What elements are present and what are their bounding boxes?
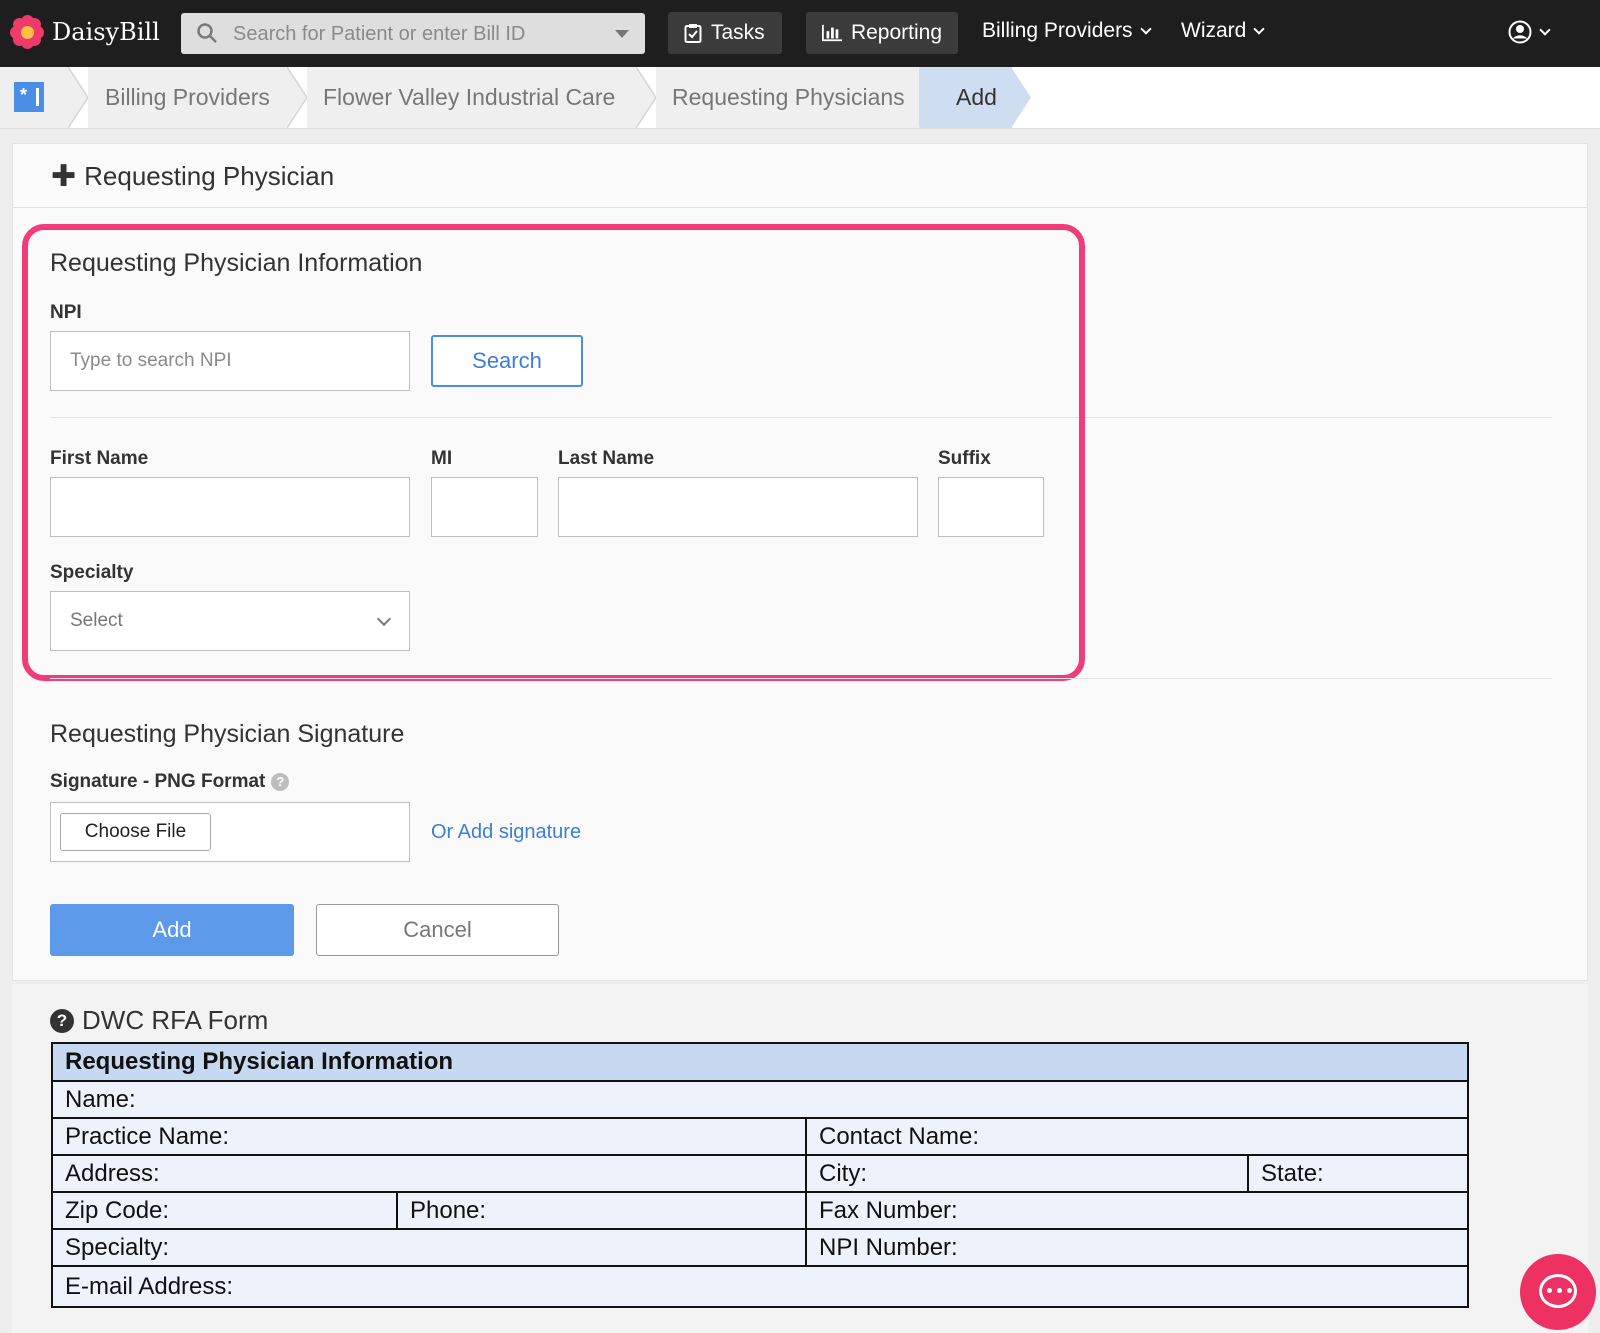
dropdown-caret-icon[interactable]	[615, 30, 629, 38]
chevron-down-icon	[1253, 22, 1266, 35]
form-email-label: E-mail Address:	[65, 1272, 234, 1300]
search-placeholder: Search for Patient or enter Bill ID	[233, 23, 526, 45]
breadcrumb-separator	[68, 67, 88, 128]
breadcrumb-flower-valley[interactable]: Flower Valley Industrial Care	[307, 67, 637, 128]
breadcrumb-home[interactable]	[0, 67, 70, 128]
document-icon	[14, 82, 44, 112]
npi-search-button[interactable]: Search	[431, 335, 583, 387]
user-menu[interactable]	[1508, 20, 1551, 44]
form-row: Name:	[53, 1082, 1467, 1119]
form-practice-name-label: Practice Name:	[65, 1122, 230, 1150]
cancel-button[interactable]: Cancel	[316, 904, 559, 956]
divider	[50, 678, 1552, 679]
question-circle-icon[interactable]: ?	[50, 1008, 74, 1033]
form-city-label: City:	[805, 1156, 867, 1191]
breadcrumb-add: Add	[920, 67, 1012, 128]
chat-button[interactable]	[1520, 1254, 1596, 1330]
billing-providers-label: Billing Providers	[982, 19, 1133, 42]
help-icon[interactable]: ?	[271, 772, 290, 791]
form-row: E-mail Address:	[53, 1267, 1467, 1306]
form-header-row: Requesting Physician Information	[53, 1044, 1467, 1082]
breadcrumb-separator	[287, 67, 307, 128]
specialty-value: Select	[70, 610, 123, 631]
mi-label: MI	[431, 448, 453, 469]
form-specialty-label: Specialty:	[65, 1233, 170, 1261]
breadcrumb: Billing Providers Flower Valley Industri…	[0, 67, 1600, 129]
first-name-field[interactable]	[50, 477, 410, 537]
dwc-form-preview: Requesting Physician Information Name: P…	[51, 1042, 1469, 1308]
mi-field[interactable]	[431, 477, 538, 537]
last-name-field[interactable]	[558, 477, 918, 537]
search-icon	[197, 23, 217, 43]
chevron-down-icon	[376, 611, 392, 627]
tasks-button[interactable]: Tasks	[668, 12, 782, 54]
dwc-rfa-form-section: ? DWC RFA Form Requesting Physician Info…	[12, 984, 1588, 1333]
panel-header: ✚ Requesting Physician	[13, 144, 1587, 208]
info-section-heading: Requesting Physician Information	[50, 249, 423, 277]
signature-file-input[interactable]: Choose File	[50, 802, 410, 862]
reporting-label: Reporting	[850, 21, 942, 44]
choose-file-button[interactable]: Choose File	[60, 813, 211, 851]
form-row: Address: City: State:	[53, 1156, 1467, 1193]
form-state-label: State:	[1247, 1156, 1324, 1191]
daisy-icon	[10, 15, 44, 49]
breadcrumb-requesting-physicians[interactable]: Requesting Physicians	[656, 67, 920, 128]
signature-section-heading: Requesting Physician Signature	[50, 720, 405, 748]
add-button[interactable]: Add	[50, 904, 294, 956]
form-phone-label: Phone:	[396, 1193, 486, 1228]
form-npi-label: NPI Number:	[805, 1230, 958, 1265]
form-fax-label: Fax Number:	[805, 1193, 958, 1228]
npi-placeholder: Type to search NPI	[70, 350, 232, 371]
form-address-label: Address:	[65, 1159, 160, 1187]
signature-label: Signature - PNG Format?	[50, 771, 290, 793]
bar-chart-icon	[822, 24, 842, 42]
specialty-select[interactable]: Select	[50, 591, 410, 651]
dwc-form-title: ? DWC RFA Form	[50, 1005, 268, 1036]
form-zip-label: Zip Code:	[65, 1196, 170, 1224]
form-row: Practice Name: Contact Name:	[53, 1119, 1467, 1156]
last-name-label: Last Name	[558, 448, 655, 469]
top-navbar: DaisyBill Search for Patient or enter Bi…	[0, 0, 1600, 67]
tasks-label: Tasks	[711, 21, 765, 44]
breadcrumb-billing-providers[interactable]: Billing Providers	[88, 67, 288, 128]
breadcrumb-separator	[636, 67, 656, 128]
page-title: ✚ Requesting Physician	[51, 159, 335, 193]
brand-name: DaisyBill	[52, 18, 160, 46]
user-avatar-icon	[1508, 20, 1532, 44]
specialty-label: Specialty	[50, 562, 134, 583]
breadcrumb-separator	[1011, 67, 1031, 128]
chevron-down-icon	[1539, 23, 1551, 36]
patient-search-input[interactable]: Search for Patient or enter Bill ID	[181, 13, 645, 54]
reporting-button[interactable]: Reporting	[806, 12, 958, 54]
add-signature-link[interactable]: Or Add signature	[431, 821, 581, 844]
suffix-field[interactable]	[938, 477, 1044, 537]
divider	[50, 417, 1552, 418]
chevron-down-icon	[1139, 22, 1152, 35]
npi-search-input[interactable]: Type to search NPI	[50, 331, 410, 391]
daisybill-logo[interactable]: DaisyBill	[10, 15, 160, 49]
billing-providers-menu[interactable]: Billing Providers	[982, 19, 1152, 43]
first-name-label: First Name	[50, 448, 149, 469]
plus-icon: ✚	[51, 159, 77, 193]
form-name-label: Name:	[65, 1085, 136, 1113]
npi-label: NPI	[50, 302, 82, 323]
form-row: Zip Code: Phone: Fax Number:	[53, 1193, 1467, 1230]
form-contact-name-label: Contact Name:	[805, 1119, 979, 1154]
wizard-menu[interactable]: Wizard	[1181, 19, 1266, 43]
suffix-label: Suffix	[938, 448, 991, 469]
wizard-label: Wizard	[1181, 19, 1247, 42]
form-row: Specialty: NPI Number:	[53, 1230, 1467, 1267]
clipboard-check-icon	[684, 24, 702, 43]
form-header: Requesting Physician Information	[65, 1048, 454, 1075]
